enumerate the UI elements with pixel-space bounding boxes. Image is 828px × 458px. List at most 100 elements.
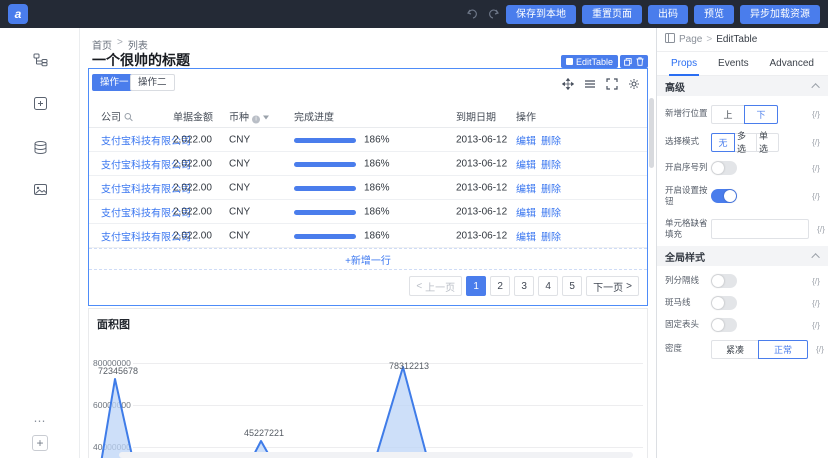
tab-props[interactable]: Props [671, 52, 697, 76]
outline-tree-icon[interactable] [31, 50, 49, 68]
currency-cell: CNY [229, 230, 250, 241]
option-multi[interactable]: 多选 [734, 133, 757, 152]
fullscreen-icon[interactable] [606, 77, 618, 95]
drag-move-icon[interactable] [562, 77, 574, 95]
formula-icon[interactable]: {/} [804, 276, 820, 286]
page-1-button[interactable]: 1 [466, 276, 486, 296]
field-col-divider: 列分隔线 {/} [657, 270, 828, 292]
image-icon[interactable] [31, 180, 49, 198]
density-segment: 紧凑 正常 [711, 340, 808, 359]
col-company[interactable]: 公司 [101, 108, 133, 123]
export-code-button[interactable]: 出码 [648, 5, 688, 24]
field-select-mode: 选择模式 无 多选 单选 {/} [657, 128, 828, 156]
currency-cell: CNY [229, 134, 250, 145]
col-progress[interactable]: 完成进度 [294, 108, 334, 123]
formula-icon[interactable]: {/} [804, 191, 820, 201]
delete-component-icon[interactable] [636, 53, 644, 71]
preview-button[interactable]: 预览 [694, 5, 734, 24]
area-chart-plot [91, 337, 643, 458]
horizontal-scrollbar[interactable] [119, 452, 633, 458]
columns-toggle-icon[interactable] [584, 77, 596, 95]
next-chevron-icon: > [626, 281, 632, 292]
formula-icon[interactable]: {/} [804, 163, 820, 173]
section-global-style[interactable]: 全局样式 [657, 246, 828, 266]
table-row: 支付宝科技有限公司 2,022.00 CNY 186% 2013-06-12 编… [89, 176, 647, 200]
col-amount[interactable]: 单据金额 [173, 108, 213, 123]
delete-link[interactable]: 删除 [541, 204, 561, 219]
field-cell-default: 单元格缺省填充 {/} [657, 212, 828, 246]
amount-cell: 2,022.00 [173, 206, 212, 217]
component-badge[interactable]: EditTable [561, 55, 618, 68]
fixed-header-toggle[interactable] [711, 318, 737, 332]
topbar: a 保存到本地 重置页面 出码 预览 异步加载资源 [0, 0, 828, 28]
col-divider-toggle[interactable] [711, 274, 737, 288]
formula-icon[interactable]: {/} [804, 137, 820, 147]
tab-events[interactable]: Events [718, 52, 749, 76]
page-5-button[interactable]: 5 [562, 276, 582, 296]
redo-icon[interactable] [486, 7, 500, 21]
formula-icon[interactable]: {/} [809, 224, 825, 234]
serial-column-toggle[interactable] [711, 161, 737, 175]
settings-button-toggle[interactable] [711, 189, 737, 203]
formula-icon[interactable]: {/} [804, 320, 820, 330]
formula-icon[interactable]: {/} [804, 298, 820, 308]
section-advanced[interactable]: 高级 [657, 76, 828, 96]
table-row: 支付宝科技有限公司 2,022.00 CNY 186% 2013-06-12 编… [89, 128, 647, 152]
vertical-scrollbar-thumb[interactable] [649, 98, 654, 168]
database-icon[interactable] [31, 138, 49, 156]
delete-link[interactable]: 删除 [541, 180, 561, 195]
option-top[interactable]: 上 [711, 105, 745, 124]
tab-advanced[interactable]: Advanced [770, 52, 814, 76]
more-icon[interactable]: ⋯ [31, 412, 49, 430]
option-bottom[interactable]: 下 [744, 105, 778, 124]
table-row: 支付宝科技有限公司 2,022.00 CNY 186% 2013-06-12 编… [89, 152, 647, 176]
async-load-button[interactable]: 异步加载资源 [740, 5, 820, 24]
add-panel-icon[interactable]: + [31, 434, 49, 452]
undo-icon[interactable] [466, 7, 480, 21]
option-none[interactable]: 无 [711, 133, 735, 152]
delete-link[interactable]: 删除 [541, 132, 561, 147]
page-3-button[interactable]: 3 [514, 276, 534, 296]
left-rail: ⋯ + [0, 28, 80, 458]
collapse-icon [811, 83, 819, 91]
progress-bar [294, 162, 356, 167]
row-position-segment: 上 下 [711, 105, 778, 124]
option-single[interactable]: 单选 [756, 133, 779, 152]
page-2-button[interactable]: 2 [490, 276, 510, 296]
edit-link[interactable]: 编辑 [516, 180, 536, 195]
page-4-button[interactable]: 4 [538, 276, 558, 296]
reset-page-button[interactable]: 重置页面 [582, 5, 642, 24]
edittable-selection[interactable]: EditTable 操作一 操作二 公司 单据金额 币种i 完成进度 到期日期 … [88, 68, 648, 306]
col-due-date[interactable]: 到期日期 [456, 108, 496, 123]
option-compact[interactable]: 紧凑 [711, 340, 759, 359]
search-icon[interactable] [124, 112, 133, 121]
components-icon[interactable] [31, 94, 49, 112]
delete-link[interactable]: 删除 [541, 228, 561, 243]
prev-page-button[interactable]: < 上一页 [409, 276, 462, 296]
filter-icon[interactable] [263, 115, 269, 119]
add-row-button[interactable]: +新增一行 [89, 248, 647, 270]
page-title: 一个很帅的标题 [92, 50, 190, 70]
edit-link[interactable]: 编辑 [516, 156, 536, 171]
save-local-button[interactable]: 保存到本地 [506, 5, 576, 24]
delete-link[interactable]: 删除 [541, 156, 561, 171]
col-operations: 操作 [516, 108, 536, 123]
currency-cell: CNY [229, 158, 250, 169]
edit-link[interactable]: 编辑 [516, 132, 536, 147]
edit-link[interactable]: 编辑 [516, 204, 536, 219]
edit-link[interactable]: 编辑 [516, 228, 536, 243]
panel-crumb-page[interactable]: Page [679, 34, 702, 45]
app-logo[interactable]: a [8, 4, 28, 24]
settings-gear-icon[interactable] [628, 77, 640, 95]
cell-default-input[interactable] [711, 219, 809, 239]
formula-icon[interactable]: {/} [808, 344, 824, 354]
formula-icon[interactable]: {/} [804, 109, 820, 119]
col-currency[interactable]: 币种i [229, 108, 269, 123]
zebra-toggle[interactable] [711, 296, 737, 310]
next-page-button[interactable]: 下一页 > [586, 276, 639, 296]
duplicate-icon[interactable] [624, 53, 632, 71]
table-row: 支付宝科技有限公司 2,022.00 CNY 186% 2013-06-12 编… [89, 224, 647, 248]
option-normal[interactable]: 正常 [758, 340, 808, 359]
action-two-button[interactable]: 操作二 [130, 74, 175, 91]
info-icon: i [252, 115, 260, 123]
